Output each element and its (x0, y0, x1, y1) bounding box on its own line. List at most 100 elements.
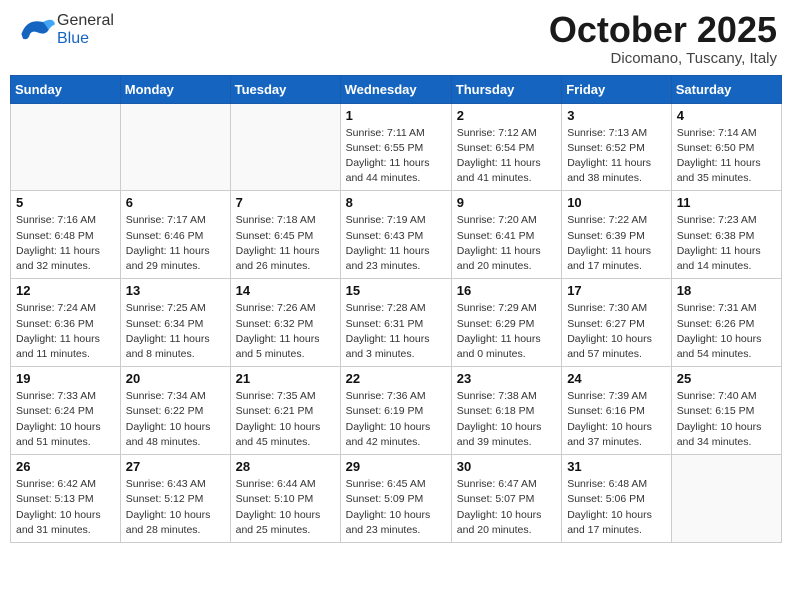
day-number: 15 (346, 283, 446, 298)
day-info: Sunrise: 7:38 AM Sunset: 6:18 PM Dayligh… (457, 389, 556, 450)
day-info: Sunrise: 7:35 AM Sunset: 6:21 PM Dayligh… (236, 389, 335, 450)
calendar-week-3: 12Sunrise: 7:24 AM Sunset: 6:36 PM Dayli… (11, 279, 782, 367)
day-info: Sunrise: 7:17 AM Sunset: 6:46 PM Dayligh… (126, 213, 225, 274)
calendar-cell: 5 Sunrise: 7:16 AM Sunset: 6:48 PM Daylig… (11, 191, 121, 279)
day-number: 19 (16, 371, 115, 386)
calendar-cell: 18 Sunrise: 7:31 AM Sunset: 6:26 PM Dayli… (671, 279, 781, 367)
day-number: 12 (16, 283, 115, 298)
logo: General Blue (15, 10, 114, 50)
calendar-cell: 7 Sunrise: 7:18 AM Sunset: 6:45 PM Daylig… (230, 191, 340, 279)
calendar-cell: 14Sunrise: 7:26 AM Sunset: 6:32 PM Dayli… (230, 279, 340, 367)
day-info: Sunrise: 7:34 AM Sunset: 6:22 PM Dayligh… (126, 389, 225, 450)
day-info: Sunrise: 6:45 AM Sunset: 5:09 PM Dayligh… (346, 477, 446, 538)
day-number: 7 (236, 195, 335, 210)
weekday-header-wednesday: Wednesday (340, 75, 451, 103)
calendar-cell: 27Sunrise: 6:43 AM Sunset: 5:12 PM Dayli… (120, 455, 230, 543)
day-number: 21 (236, 371, 335, 386)
day-number: 23 (457, 371, 556, 386)
day-info: Sunrise: 6:48 AM Sunset: 5:06 PM Dayligh… (567, 477, 666, 538)
calendar-cell: 19Sunrise: 7:33 AM Sunset: 6:24 PM Dayli… (11, 367, 121, 455)
calendar-cell: 25 Sunrise: 7:40 AM Sunset: 6:15 PM Dayli… (671, 367, 781, 455)
day-info: Sunrise: 6:42 AM Sunset: 5:13 PM Dayligh… (16, 477, 115, 538)
day-number: 14 (236, 283, 335, 298)
calendar-cell: 9 Sunrise: 7:20 AM Sunset: 6:41 PM Daylig… (451, 191, 561, 279)
calendar-cell: 4 Sunrise: 7:14 AM Sunset: 6:50 PM Daylig… (671, 103, 781, 191)
day-number: 4 (677, 108, 776, 123)
day-number: 31 (567, 459, 666, 474)
day-number: 28 (236, 459, 335, 474)
day-info: Sunrise: 7:12 AM Sunset: 6:54 PM Dayligh… (457, 126, 556, 187)
calendar-cell (11, 103, 121, 191)
calendar-cell: 26Sunrise: 6:42 AM Sunset: 5:13 PM Dayli… (11, 455, 121, 543)
day-info: Sunrise: 7:20 AM Sunset: 6:41 PM Dayligh… (457, 213, 556, 274)
calendar-cell: 24Sunrise: 7:39 AM Sunset: 6:16 PM Dayli… (562, 367, 672, 455)
logo-blue-text: Blue (57, 30, 114, 48)
calendar-week-2: 5 Sunrise: 7:16 AM Sunset: 6:48 PM Daylig… (11, 191, 782, 279)
day-info: Sunrise: 7:16 AM Sunset: 6:48 PM Dayligh… (16, 213, 115, 274)
day-number: 2 (457, 108, 556, 123)
day-number: 13 (126, 283, 225, 298)
day-number: 17 (567, 283, 666, 298)
day-number: 24 (567, 371, 666, 386)
page-header: General Blue October 2025 Dicomano, Tusc… (10, 10, 782, 67)
day-number: 11 (677, 195, 776, 210)
calendar-cell: 21 Sunrise: 7:35 AM Sunset: 6:21 PM Dayli… (230, 367, 340, 455)
weekday-header-row: SundayMondayTuesdayWednesdayThursdayFrid… (11, 75, 782, 103)
day-info: Sunrise: 7:40 AM Sunset: 6:15 PM Dayligh… (677, 389, 776, 450)
day-info: Sunrise: 7:11 AM Sunset: 6:55 PM Dayligh… (346, 126, 446, 187)
calendar-cell: 3 Sunrise: 7:13 AM Sunset: 6:52 PM Daylig… (562, 103, 672, 191)
day-number: 6 (126, 195, 225, 210)
calendar-cell: 1 Sunrise: 7:11 AM Sunset: 6:55 PM Daylig… (340, 103, 451, 191)
calendar-cell: 20 Sunrise: 7:34 AM Sunset: 6:22 PM Dayli… (120, 367, 230, 455)
logo-general-text: General (57, 12, 114, 30)
calendar-week-4: 19Sunrise: 7:33 AM Sunset: 6:24 PM Dayli… (11, 367, 782, 455)
calendar-cell: 22Sunrise: 7:36 AM Sunset: 6:19 PM Dayli… (340, 367, 451, 455)
day-number: 10 (567, 195, 666, 210)
calendar-week-5: 26Sunrise: 6:42 AM Sunset: 5:13 PM Dayli… (11, 455, 782, 543)
calendar-cell (120, 103, 230, 191)
day-info: Sunrise: 7:23 AM Sunset: 6:38 PM Dayligh… (677, 213, 776, 274)
logo-icon (15, 10, 55, 50)
day-number: 5 (16, 195, 115, 210)
weekday-header-sunday: Sunday (11, 75, 121, 103)
calendar-cell: 16 Sunrise: 7:29 AM Sunset: 6:29 PM Dayli… (451, 279, 561, 367)
day-number: 18 (677, 283, 776, 298)
weekday-header-thursday: Thursday (451, 75, 561, 103)
day-info: Sunrise: 7:31 AM Sunset: 6:26 PM Dayligh… (677, 301, 776, 362)
day-number: 30 (457, 459, 556, 474)
day-number: 16 (457, 283, 556, 298)
day-number: 20 (126, 371, 225, 386)
day-number: 25 (677, 371, 776, 386)
weekday-header-friday: Friday (562, 75, 672, 103)
day-number: 22 (346, 371, 446, 386)
calendar-cell: 23 Sunrise: 7:38 AM Sunset: 6:18 PM Dayli… (451, 367, 561, 455)
calendar-week-1: 1 Sunrise: 7:11 AM Sunset: 6:55 PM Daylig… (11, 103, 782, 191)
calendar-cell: 30 Sunrise: 6:47 AM Sunset: 5:07 PM Dayli… (451, 455, 561, 543)
day-info: Sunrise: 7:29 AM Sunset: 6:29 PM Dayligh… (457, 301, 556, 362)
day-info: Sunrise: 6:47 AM Sunset: 5:07 PM Dayligh… (457, 477, 556, 538)
day-info: Sunrise: 7:19 AM Sunset: 6:43 PM Dayligh… (346, 213, 446, 274)
day-number: 3 (567, 108, 666, 123)
day-info: Sunrise: 7:18 AM Sunset: 6:45 PM Dayligh… (236, 213, 335, 274)
day-number: 27 (126, 459, 225, 474)
calendar-cell (671, 455, 781, 543)
calendar-cell: 15Sunrise: 7:28 AM Sunset: 6:31 PM Dayli… (340, 279, 451, 367)
month-title: October 2025 (549, 10, 777, 50)
day-number: 29 (346, 459, 446, 474)
calendar-cell (230, 103, 340, 191)
day-info: Sunrise: 6:44 AM Sunset: 5:10 PM Dayligh… (236, 477, 335, 538)
calendar-cell: 17 Sunrise: 7:30 AM Sunset: 6:27 PM Dayli… (562, 279, 672, 367)
calendar-cell: 11 Sunrise: 7:23 AM Sunset: 6:38 PM Dayli… (671, 191, 781, 279)
calendar-cell: 6 Sunrise: 7:17 AM Sunset: 6:46 PM Daylig… (120, 191, 230, 279)
day-info: Sunrise: 7:14 AM Sunset: 6:50 PM Dayligh… (677, 126, 776, 187)
day-info: Sunrise: 7:22 AM Sunset: 6:39 PM Dayligh… (567, 213, 666, 274)
day-info: Sunrise: 7:30 AM Sunset: 6:27 PM Dayligh… (567, 301, 666, 362)
calendar-cell: 8Sunrise: 7:19 AM Sunset: 6:43 PM Daylig… (340, 191, 451, 279)
calendar-cell: 31 Sunrise: 6:48 AM Sunset: 5:06 PM Dayli… (562, 455, 672, 543)
weekday-header-tuesday: Tuesday (230, 75, 340, 103)
day-number: 1 (346, 108, 446, 123)
calendar-cell: 2 Sunrise: 7:12 AM Sunset: 6:54 PM Daylig… (451, 103, 561, 191)
day-number: 9 (457, 195, 556, 210)
day-info: Sunrise: 7:13 AM Sunset: 6:52 PM Dayligh… (567, 126, 666, 187)
weekday-header-monday: Monday (120, 75, 230, 103)
